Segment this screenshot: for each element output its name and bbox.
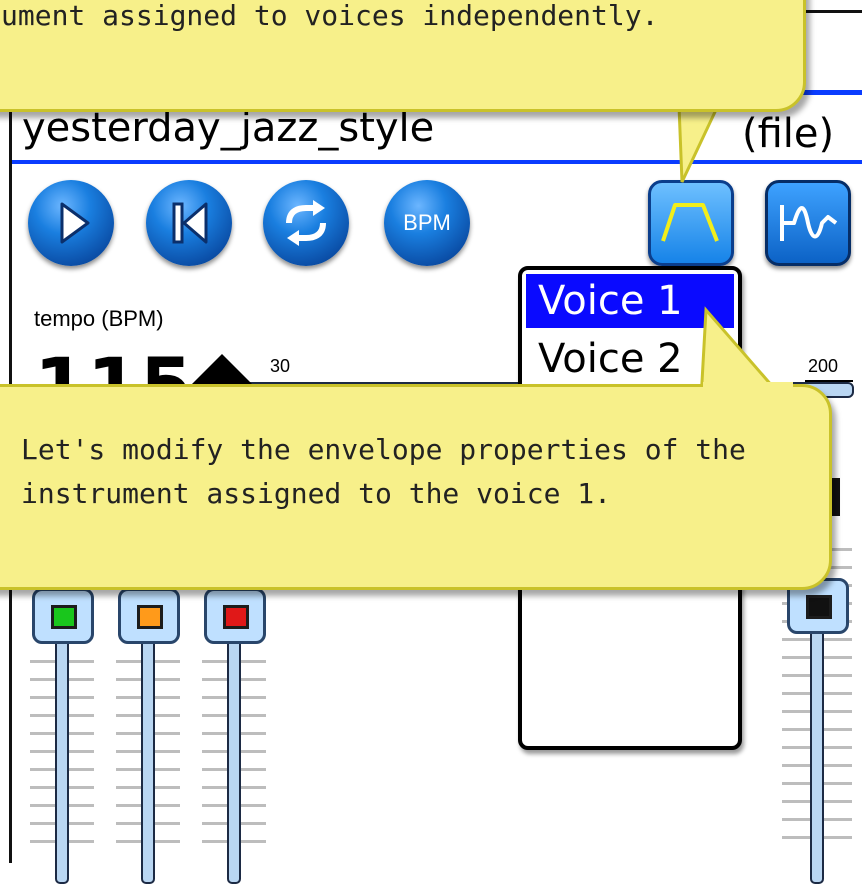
volume-slider-2-track[interactable] xyxy=(141,620,155,884)
tooltip-main-pointer-cover xyxy=(703,382,793,391)
waveform-icon xyxy=(780,205,838,241)
green-indicator xyxy=(51,605,77,629)
tempo-value-clip: 115 xyxy=(30,340,260,390)
black-indicator xyxy=(806,595,832,619)
volume-slider-1-track[interactable] xyxy=(55,620,69,884)
volume-slider-4-track[interactable] xyxy=(810,620,824,884)
bpm-button-label: BPM xyxy=(403,210,451,235)
tooltip-main: Let's modify the envelope properties of … xyxy=(0,384,832,590)
volume-slider-2-knob[interactable] xyxy=(118,588,180,644)
tooltip-top-text: ument assigned to voices independently. xyxy=(1,0,659,32)
volume-slider-3-knob[interactable] xyxy=(204,588,266,644)
tempo-label: tempo (BPM) xyxy=(34,306,164,331)
song-source-label[interactable]: (file) xyxy=(742,106,834,162)
tooltip-main-line1: Let's modify the envelope properties of … xyxy=(21,433,746,466)
play-button[interactable] xyxy=(28,180,114,266)
tooltip-main-line2: instrument assigned to the voice 1. xyxy=(21,477,612,510)
orange-indicator xyxy=(137,605,163,629)
envelope-button[interactable] xyxy=(648,180,734,266)
envelope-icon xyxy=(661,203,719,242)
top-right-box-border xyxy=(800,10,862,13)
rewind-button[interactable] xyxy=(146,180,232,266)
skip-back-icon xyxy=(172,202,208,244)
play-icon xyxy=(60,202,90,244)
tempo-up-arrow-icon[interactable] xyxy=(182,340,260,390)
voice-list-item-1-label: Voice 1 xyxy=(538,278,683,324)
tooltip-top: ument assigned to voices independently. xyxy=(0,0,806,112)
waveform-button[interactable] xyxy=(765,180,851,266)
red-indicator xyxy=(223,605,249,629)
volume-slider-3-track[interactable] xyxy=(227,620,241,884)
loop-icon xyxy=(286,200,326,246)
loop-button[interactable] xyxy=(263,180,349,266)
tempo-min-label: 30 xyxy=(270,356,291,376)
voice-list-item-2-label: Voice 2 xyxy=(538,336,683,382)
bpm-button[interactable]: BPM xyxy=(384,180,470,266)
tooltip-top-pointer-cover xyxy=(683,100,731,109)
volume-slider-1-knob[interactable] xyxy=(32,588,94,644)
